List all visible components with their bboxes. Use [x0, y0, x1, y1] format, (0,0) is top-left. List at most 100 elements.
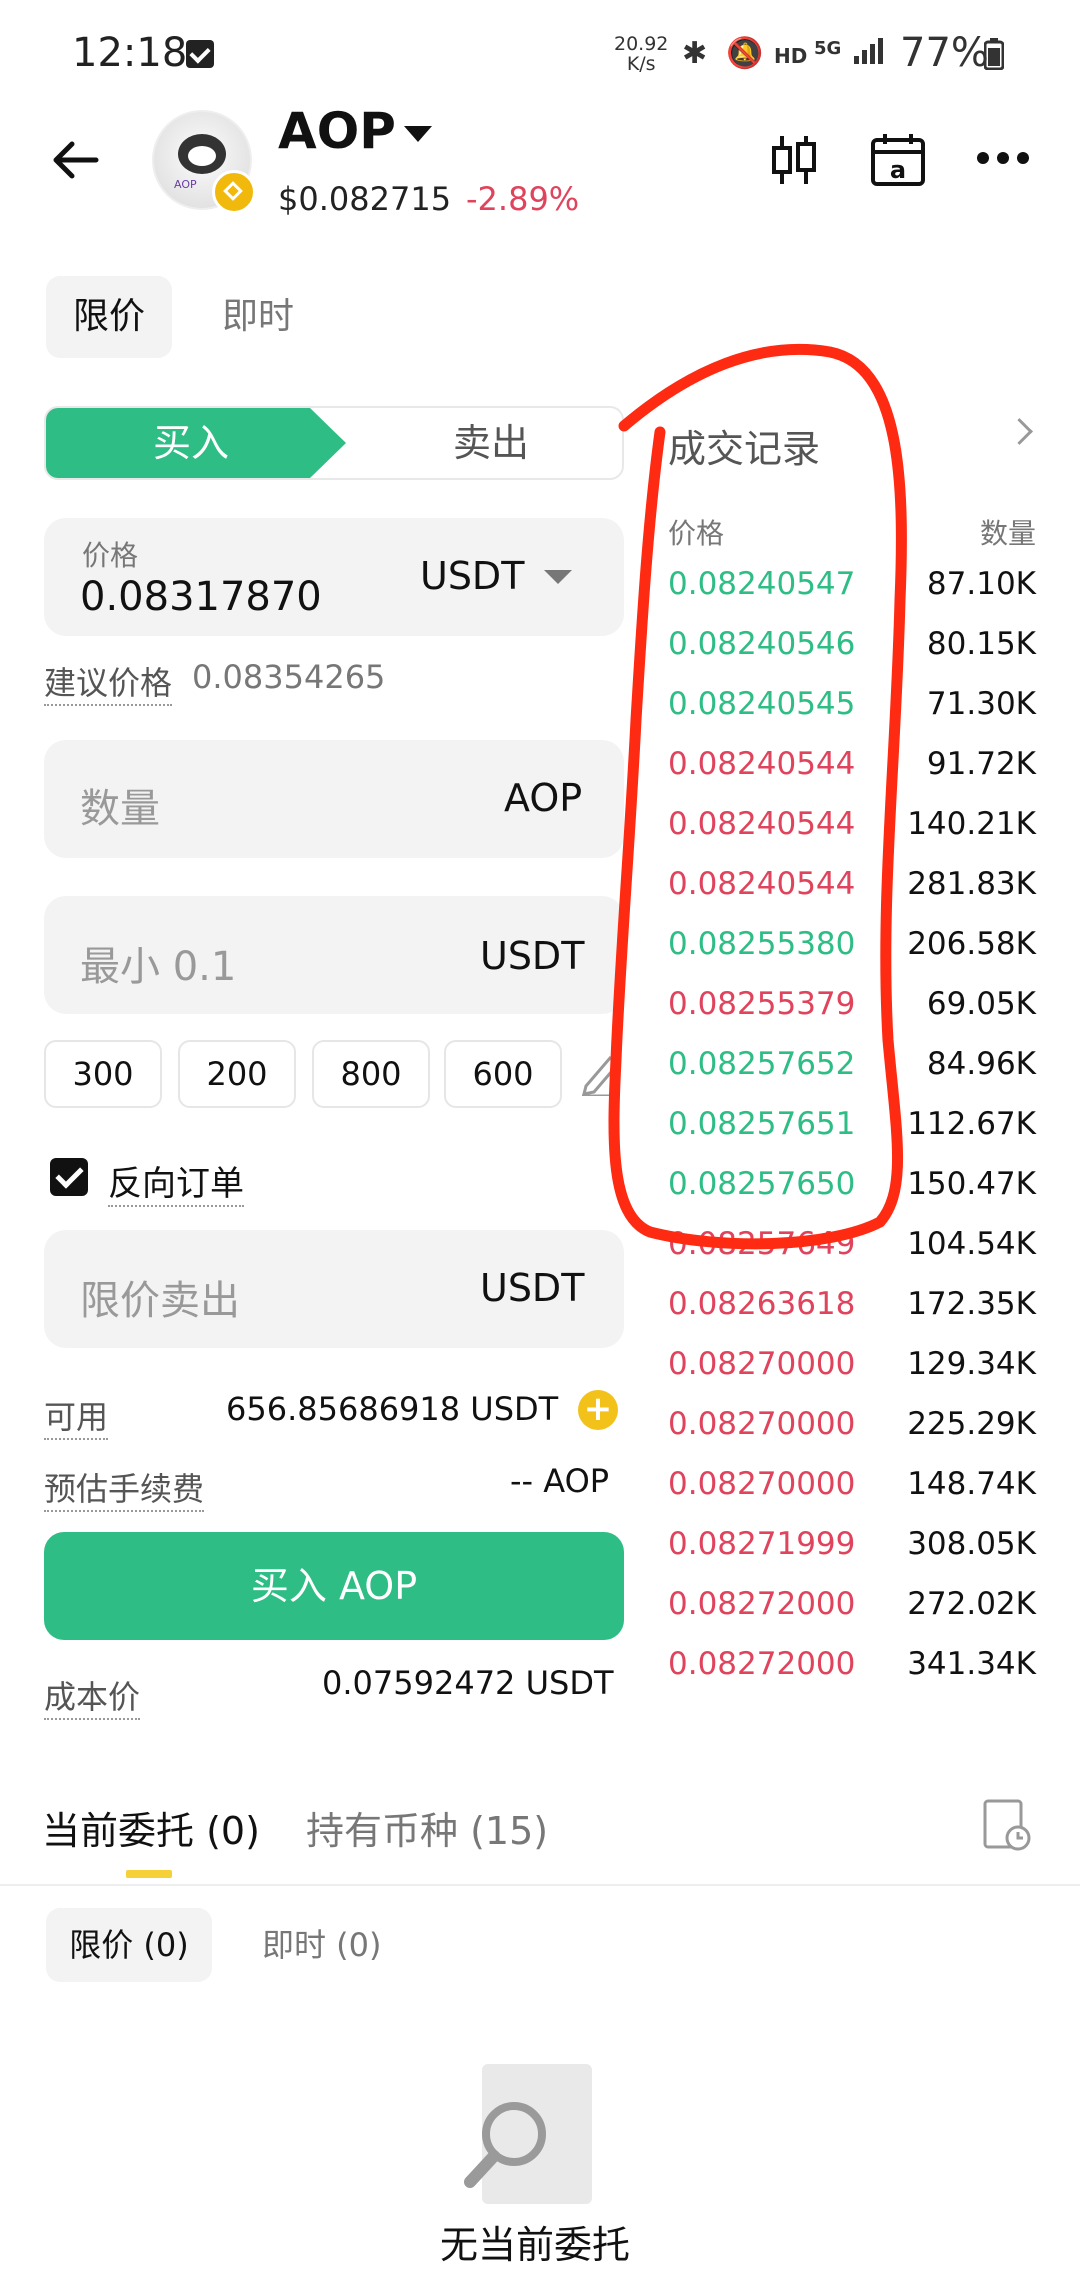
trade-row-price: 0.08240546 — [668, 626, 856, 662]
quantity-unit: AOP — [504, 776, 583, 820]
candlestick-icon — [772, 136, 816, 184]
tab-holdings[interactable]: 持有币种 (15) — [306, 1800, 548, 1855]
candlestick-chart-button[interactable] — [770, 134, 818, 190]
trade-row-qty: 87.10K — [926, 566, 1036, 602]
buy-aop-button[interactable]: 买入 AOP — [44, 1532, 624, 1640]
amount-field[interactable]: 最小 0.1 USDT — [44, 896, 624, 1014]
suggested-price-value: 0.08354265 — [192, 658, 386, 696]
5g-icon: 5G — [814, 38, 842, 59]
trade-row-qty: 69.05K — [926, 986, 1036, 1022]
limit-sell-input[interactable]: 限价卖出 — [80, 1268, 240, 1326]
trade-row-price: 0.08270000 — [668, 1346, 856, 1382]
trade-row-qty: 281.83K — [907, 866, 1036, 902]
trade-row-qty: 140.21K — [907, 806, 1036, 842]
active-tab-indicator — [126, 1870, 172, 1878]
trade-qty-header: 数量 — [979, 517, 1036, 550]
trade-row-price: 0.08257649 — [668, 1226, 856, 1262]
battery-icon — [983, 38, 1005, 74]
trade-row-qty: 80.15K — [926, 626, 1036, 662]
limit-sell-field[interactable]: 限价卖出 USDT — [44, 1230, 624, 1348]
empty-state-text: 无当前委托 — [440, 2223, 631, 2267]
cost-price-label[interactable]: 成本价 — [44, 1672, 141, 1720]
trade-row-qty: 225.29K — [907, 1406, 1036, 1442]
status-bar: 12:18 20.92 K/s ✱ 🔕 HD 5G 77% — [0, 0, 1080, 110]
amount-unit: USDT — [480, 934, 585, 978]
trade-row-qty: 104.54K — [907, 1226, 1036, 1262]
trade-row-price: 0.08240545 — [668, 686, 856, 722]
trade-row-qty: 341.34K — [907, 1646, 1036, 1682]
token-change: -2.89% — [466, 180, 580, 218]
trade-row-qty: 91.72K — [926, 746, 1036, 782]
trade-row-price: 0.08255379 — [668, 986, 856, 1022]
trade-row-qty: 112.67K — [907, 1106, 1036, 1142]
available-label[interactable]: 可用 — [44, 1392, 109, 1440]
cost-price-value: 0.07592472 USDT — [322, 1664, 614, 1702]
tab-open-orders[interactable]: 当前委托 (0) — [42, 1800, 260, 1855]
price-unit-dropdown-icon[interactable] — [544, 570, 572, 584]
calendar-button[interactable]: a — [870, 132, 926, 192]
trade-row-price: 0.08257650 — [668, 1166, 856, 1202]
back-arrow-icon — [53, 141, 99, 179]
trade-row-qty: 172.35K — [907, 1286, 1036, 1322]
quantity-field[interactable]: 数量 AOP — [44, 740, 624, 858]
more-dots-icon — [977, 152, 1029, 164]
estimated-fee-label[interactable]: 预估手续费 — [44, 1464, 205, 1512]
sell-tab[interactable]: 卖出 — [356, 408, 622, 478]
bluetooth-icon: ✱ — [682, 36, 708, 71]
more-options-button[interactable] — [976, 150, 1030, 169]
trade-price-header: 价格 — [668, 517, 725, 550]
history-clock-icon — [983, 1799, 1031, 1851]
trade-row-price: 0.08240544 — [668, 866, 856, 902]
token-price: $0.082715 — [278, 180, 452, 218]
trade-row-price: 0.08272000 — [668, 1646, 856, 1682]
price-input[interactable]: 0.08317870 — [80, 574, 322, 620]
status-time: 12:18 — [72, 30, 188, 76]
price-unit-select[interactable]: USDT — [420, 554, 524, 598]
bnb-chain-badge-icon — [212, 170, 256, 214]
network-speed-unit: K/s — [626, 53, 656, 75]
limit-sell-unit: USDT — [480, 1266, 585, 1310]
magnifier-icon — [464, 2102, 546, 2188]
amount-input[interactable]: 最小 0.1 — [80, 934, 236, 992]
trade-history-title[interactable]: 成交记录 — [668, 418, 820, 473]
trade-row-price: 0.08270000 — [668, 1406, 856, 1442]
quick-amount-chip[interactable]: 800 — [312, 1040, 430, 1108]
trade-row-price: 0.08240544 — [668, 746, 856, 782]
divider — [0, 1884, 1080, 1886]
subtab-market[interactable]: 即时 (0) — [262, 1908, 382, 1982]
mute-icon: 🔕 — [726, 36, 764, 71]
quick-amount-chip[interactable]: 300 — [44, 1040, 162, 1108]
signal-icon — [852, 36, 888, 74]
token-symbol[interactable]: AOP — [278, 102, 396, 160]
price-field-label: 价格 — [82, 539, 139, 572]
estimated-fee-value: -- AOP — [510, 1462, 610, 1500]
price-field[interactable]: 价格 0.08317870 USDT — [44, 518, 624, 636]
battery-level: 77% — [900, 30, 989, 76]
trade-row-price: 0.08272000 — [668, 1586, 856, 1622]
quantity-input[interactable]: 数量 — [80, 776, 160, 834]
reverse-order-checkbox[interactable] — [50, 1158, 88, 1196]
order-history-button[interactable] — [982, 1798, 1032, 1856]
trade-row-qty: 71.30K — [926, 686, 1036, 722]
edit-amounts-button[interactable] — [580, 1052, 621, 1100]
quick-amount-chip[interactable]: 200 — [178, 1040, 296, 1108]
reverse-order-label[interactable]: 反向订单 — [108, 1156, 244, 1207]
trade-row-price: 0.08240544 — [668, 806, 856, 842]
tab-market[interactable]: 即时 — [222, 276, 294, 358]
trade-row-qty: 129.34K — [907, 1346, 1036, 1382]
tab-limit[interactable]: 限价 — [46, 276, 172, 358]
trade-row-price: 0.08240547 — [668, 566, 856, 602]
empty-document-icon — [464, 2064, 592, 2204]
pencil-icon — [581, 1055, 621, 1098]
token-dropdown-icon[interactable] — [404, 126, 432, 142]
deposit-plus-icon[interactable]: + — [578, 1390, 618, 1430]
suggested-price-label[interactable]: 建议价格 — [44, 658, 173, 706]
trade-row-qty: 272.02K — [907, 1586, 1036, 1622]
trade-history-chevron-icon[interactable] — [1006, 418, 1033, 445]
subtab-limit[interactable]: 限价 (0) — [46, 1908, 212, 1982]
trade-row-price: 0.08257652 — [668, 1046, 856, 1082]
trade-row-price: 0.08255380 — [668, 926, 856, 962]
quick-amount-chip[interactable]: 600 — [444, 1040, 562, 1108]
buy-tab[interactable]: 买入 — [46, 408, 336, 478]
back-button[interactable] — [50, 140, 100, 180]
